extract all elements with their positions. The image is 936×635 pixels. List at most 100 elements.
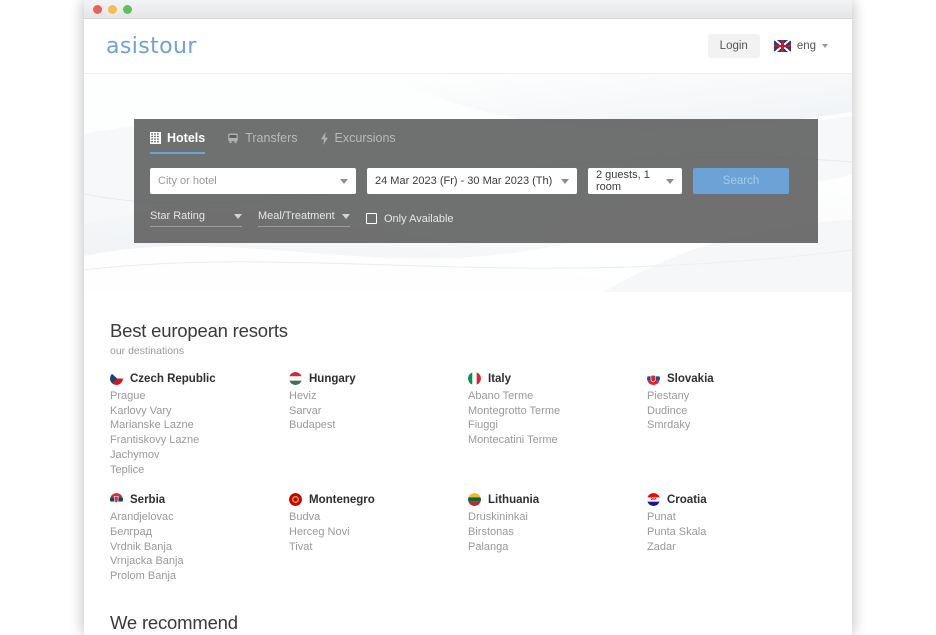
country-name: Slovakia [667,373,714,385]
hr-flag-icon [647,493,660,506]
tab-transfers-label: Transfers [245,131,297,145]
city-link[interactable]: Montecatini Terme [468,433,637,448]
city-link[interactable]: Punat [647,510,816,525]
minimize-window-button[interactable] [108,5,117,14]
uk-flag-icon [774,40,791,52]
city-link[interactable]: Frantiskovy Lazne [110,433,279,448]
city-link[interactable]: Zadar [647,540,816,555]
city-link[interactable]: Punta Skala [647,525,816,540]
it-flag-icon [468,372,481,385]
browser-window: asistour Login eng [84,0,852,635]
city-or-hotel-input[interactable]: City or hotel [150,168,356,194]
lightning-bolt-icon [320,132,329,145]
country-name: Lithuania [488,494,539,506]
city-link[interactable]: Tivat [289,540,458,555]
chevron-down-icon [822,44,828,48]
destinations-grid: Czech Republic Prague Karlovy Vary Maria… [110,372,826,584]
city-link[interactable]: Birstonas [468,525,637,540]
city-link[interactable]: Arandjelovac [110,510,279,525]
city-link[interactable]: Abano Terme [468,389,637,404]
destination-column: Italy Abano Terme Montegrotto Terme Fiug… [468,372,647,477]
language-selector[interactable]: eng [774,40,828,52]
destination-column: Serbia Arandjelovac Белград Vrdnik Banja… [110,493,289,584]
star-rating-select[interactable]: Star Rating [150,210,242,227]
hero-banner: Hotels Transfers Excursions [84,74,852,292]
destinations-title: Best european resorts [110,320,826,342]
city-link[interactable]: Jachymov [110,448,279,463]
country-header[interactable]: Montenegro [289,493,458,506]
city-link[interactable]: Heviz [289,389,458,404]
country-name: Montenegro [309,494,375,506]
city-link[interactable]: Vrdnik Banja [110,540,279,555]
search-panel: Hotels Transfers Excursions [134,119,818,243]
city-link[interactable]: Vrnjacka Banja [110,554,279,569]
sk-flag-icon [647,372,660,385]
destination-column: Czech Republic Prague Karlovy Vary Maria… [110,372,289,477]
country-header[interactable]: Italy [468,372,637,385]
rs-flag-icon [110,493,123,506]
maximize-window-button[interactable] [123,5,132,14]
city-link[interactable]: Budva [289,510,458,525]
country-name: Serbia [130,494,165,506]
city-link[interactable]: Palanga [468,540,637,555]
chevron-down-icon [561,179,569,184]
search-primary-row: City or hotel 24 Mar 2023 (Fr) - 30 Mar … [134,154,818,194]
destination-column: Hungary Heviz Sarvar Budapest [289,372,468,477]
bus-icon [227,132,239,144]
city-link[interactable]: Fiuggi [468,418,637,433]
city-link[interactable]: Budapest [289,418,458,433]
country-name: Italy [488,373,511,385]
city-link[interactable]: Herceg Novi [289,525,458,540]
chevron-down-icon [666,179,674,184]
tab-transfers[interactable]: Transfers [227,131,297,154]
guests-rooms-value: 2 guests, 1 room [596,169,666,193]
country-header[interactable]: Hungary [289,372,458,385]
city-link[interactable]: Smrdaky [647,418,816,433]
tab-excursions[interactable]: Excursions [320,131,396,154]
chevron-down-icon [234,214,242,219]
city-link[interactable]: Белград [110,525,279,540]
city-link[interactable]: Prolom Banja [110,569,279,584]
city-link[interactable]: Dudince [647,404,816,419]
guests-rooms-input[interactable]: 2 guests, 1 room [588,168,682,194]
cz-flag-icon [110,372,123,385]
close-window-button[interactable] [93,5,102,14]
meal-treatment-value: Meal/Treatment [258,210,335,222]
tab-hotels[interactable]: Hotels [150,131,205,154]
city-link[interactable]: Teplice [110,463,279,478]
destination-column: Croatia Punat Punta Skala Zadar [647,493,826,584]
country-name: Croatia [667,494,707,506]
chevron-down-icon [342,214,350,219]
language-label: eng [797,40,816,52]
country-name: Czech Republic [130,373,216,385]
only-available-checkbox[interactable]: Only Available [366,213,454,225]
hotel-building-icon [150,132,161,144]
country-header[interactable]: Slovakia [647,372,816,385]
lt-flag-icon [468,493,481,506]
country-header[interactable]: Serbia [110,493,279,506]
login-button[interactable]: Login [708,34,760,58]
city-link[interactable]: Sarvar [289,404,458,419]
star-rating-value: Star Rating [150,210,205,222]
city-or-hotel-placeholder: City or hotel [158,175,217,187]
date-range-input[interactable]: 24 Mar 2023 (Fr) - 30 Mar 2023 (Th) [367,168,577,194]
city-link[interactable]: Prague [110,389,279,404]
me-flag-icon [289,493,302,506]
country-header[interactable]: Czech Republic [110,372,279,385]
city-link[interactable]: Marianske Lazne [110,418,279,433]
city-link[interactable]: Piestany [647,389,816,404]
recommend-title: We recommend [110,612,826,634]
country-header[interactable]: Croatia [647,493,816,506]
site-logo[interactable]: asistour [106,34,197,59]
hu-flag-icon [289,372,302,385]
tab-excursions-label: Excursions [335,131,396,145]
meal-treatment-select[interactable]: Meal/Treatment [258,210,350,227]
destination-column: Slovakia Piestany Dudince Smrdaky [647,372,826,477]
search-button[interactable]: Search [693,168,789,194]
city-link[interactable]: Druskininkai [468,510,637,525]
search-filters-row: Star Rating Meal/Treatment Only Availabl… [134,194,818,227]
chevron-down-icon [340,179,348,184]
country-header[interactable]: Lithuania [468,493,637,506]
city-link[interactable]: Montegrotto Terme [468,404,637,419]
city-link[interactable]: Karlovy Vary [110,404,279,419]
